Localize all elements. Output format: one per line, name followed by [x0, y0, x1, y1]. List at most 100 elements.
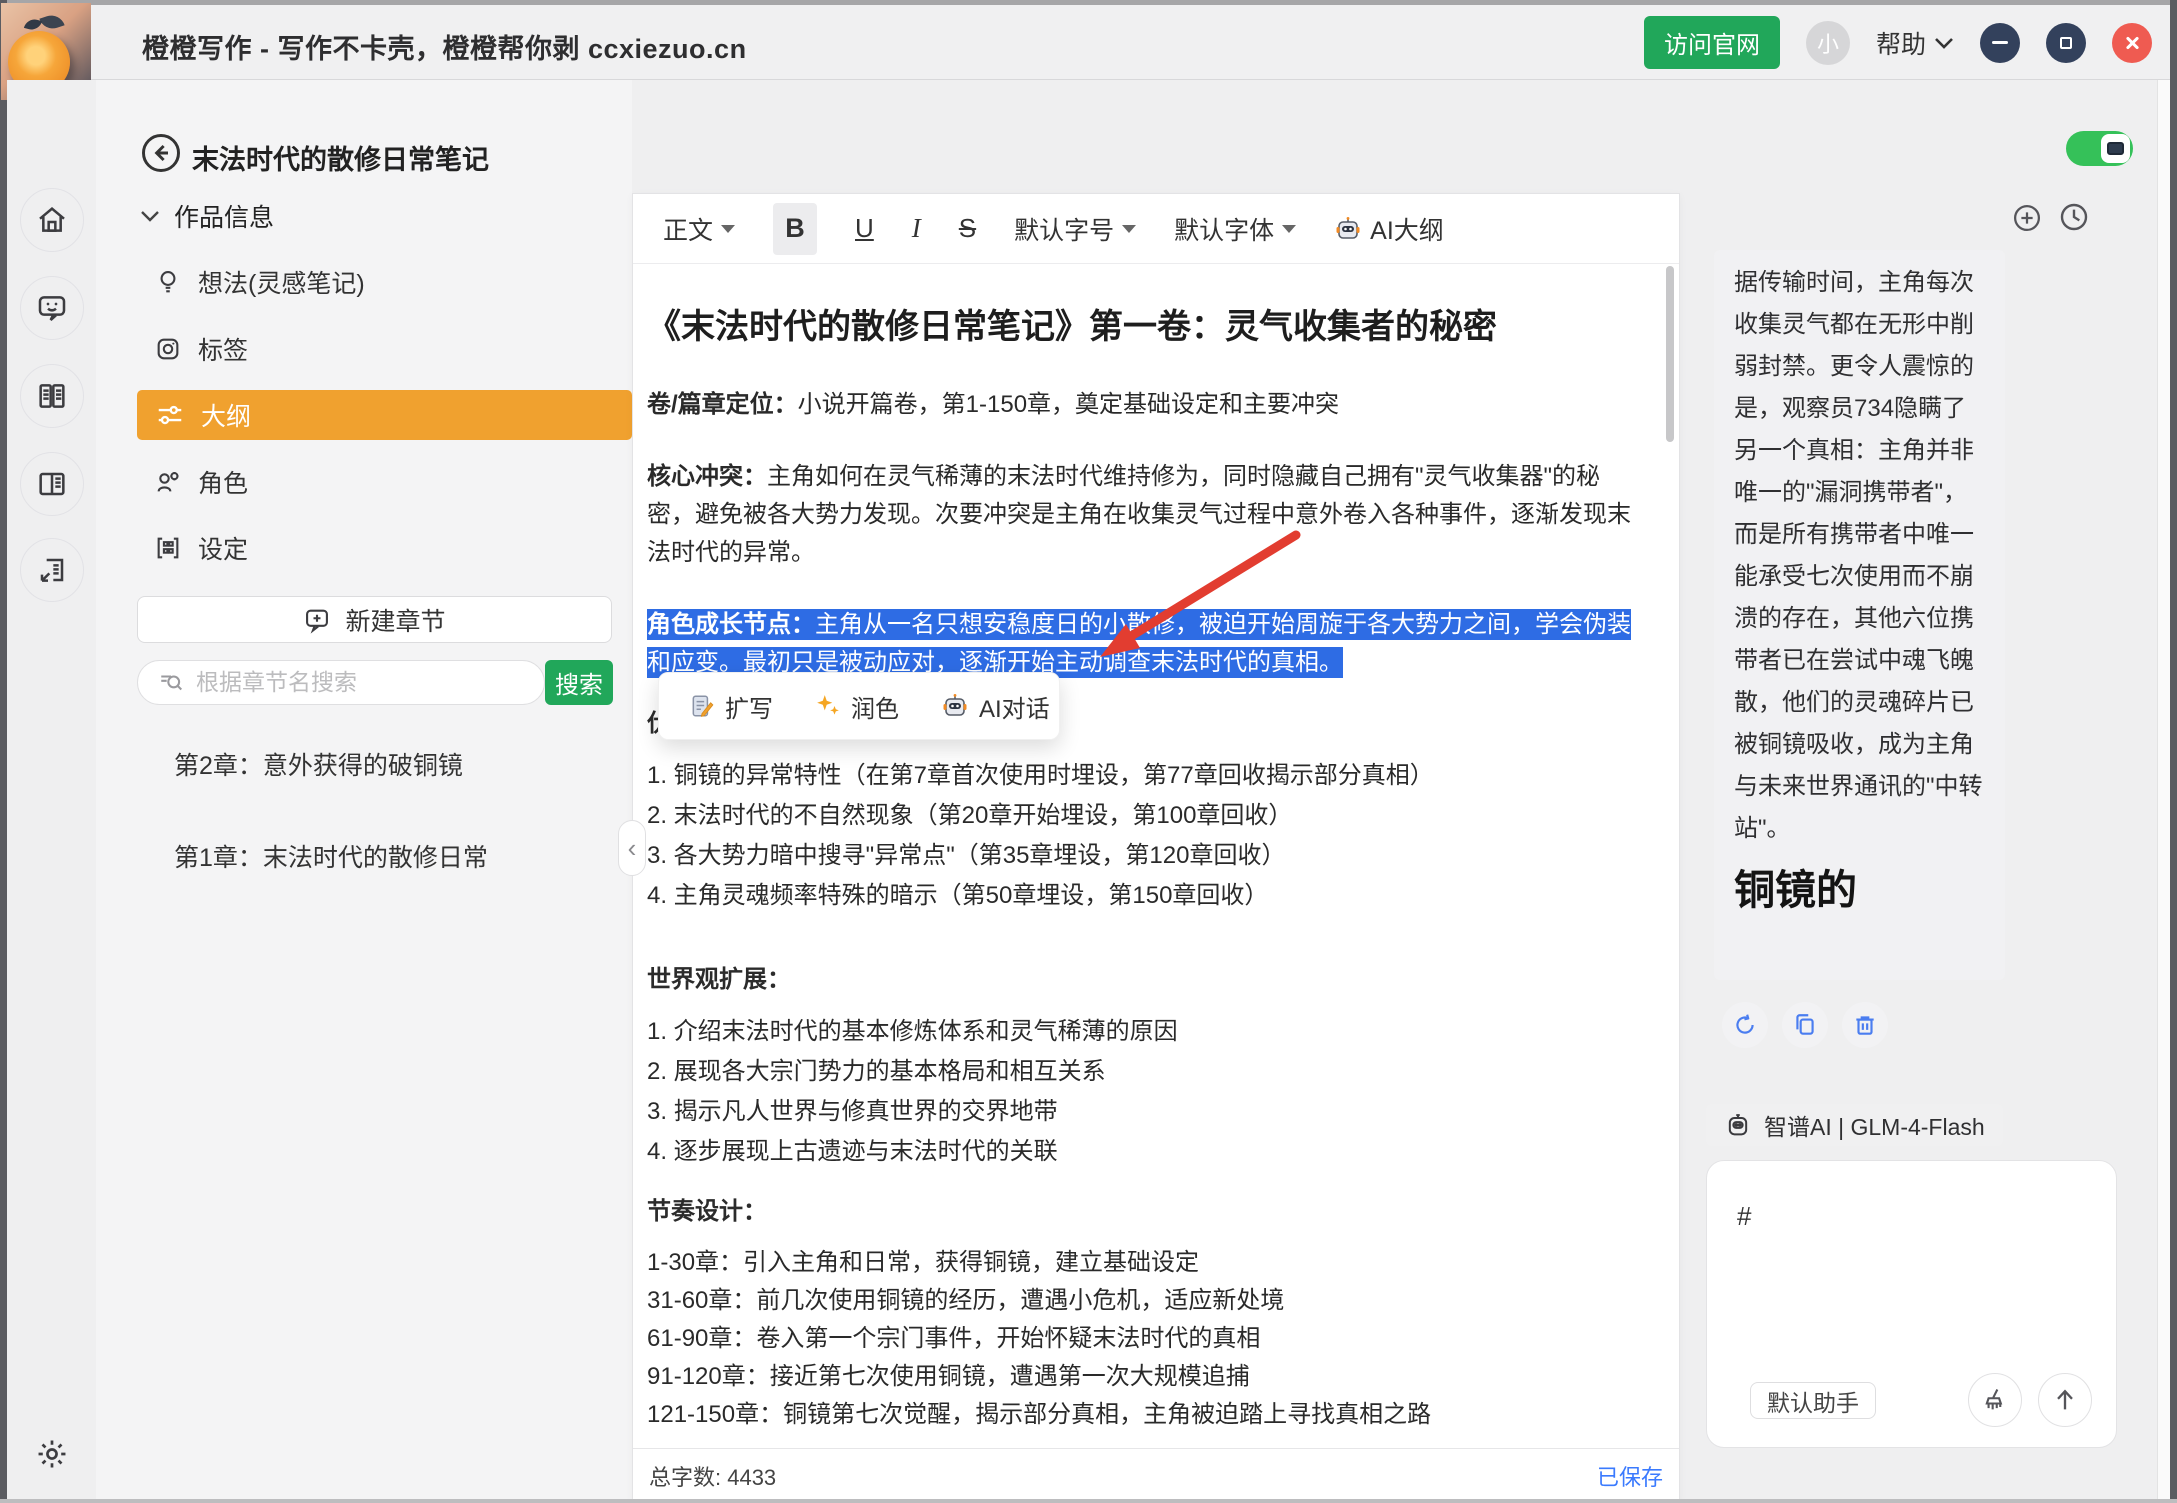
polish-button[interactable]: 润色 — [815, 689, 899, 724]
doc-list-line: 91-120章：接近第七次使用铜镜，遭遇第一次大规模追捕 — [647, 1358, 1631, 1396]
user-gear-icon — [154, 468, 182, 496]
word-count: 总字数: 4433 — [649, 1460, 776, 1492]
sliders-icon — [155, 400, 185, 430]
model-selector[interactable]: 智谱AI | GLM-4-Flash — [1706, 1104, 2003, 1146]
font-size-dropdown[interactable]: 默认字号 — [1014, 211, 1136, 247]
help-label: 帮助 — [1876, 25, 1926, 61]
minimize-icon — [1992, 41, 2008, 44]
doc-pencil-icon — [689, 693, 715, 719]
collapse-panel-handle[interactable]: ‹ — [618, 820, 646, 876]
copy-icon — [1792, 1012, 1818, 1038]
doc-paragraph-position: 卷/篇章定位：小说开篇卷，第1-150章，奠定基础设定和主要冲突 — [647, 386, 1631, 424]
doc-list-line: 1. 介绍末法时代的基本修炼体系和灵气稀薄的原因 — [647, 1012, 1631, 1052]
title-bar: 橙橙写作 - 写作不卡壳，橙橙帮你剥 ccxiezuo.cn 访问官网 小 帮助 — [7, 5, 2170, 80]
visit-site-button[interactable]: 访问官网 — [1644, 16, 1780, 69]
book-title: 末法时代的散修日常笔记 — [192, 138, 489, 177]
close-button[interactable] — [2112, 23, 2152, 63]
search-button[interactable]: 搜索 — [545, 660, 613, 705]
doc-list-line: 3. 各大势力暗中搜寻"异常点"（第35章埋设，第120章回收） — [647, 836, 1631, 876]
editor-scrollbar[interactable] — [1666, 266, 1674, 442]
model-name: 智谱AI | GLM-4-Flash — [1764, 1108, 1985, 1142]
window-frame-right — [2170, 0, 2177, 1503]
maximize-icon — [2060, 37, 2072, 49]
new-chapter-button[interactable]: 新建章节 — [137, 596, 612, 643]
editor-toolbar: 正文 B U I S 默认字号 默认字体 AI大纲 — [633, 194, 1679, 264]
delete-button[interactable] — [1842, 1002, 1888, 1048]
ai-response-text: 据传输时间，主角每次收集灵气都在无形中削弱封禁。更令人震惊的是，观察员734隐瞒… — [1734, 262, 1985, 850]
selection-ai-popup: 扩写 润色 AI对话 — [658, 672, 1060, 740]
caret-icon — [1282, 225, 1296, 233]
font-family-value: 默认字体 — [1174, 211, 1274, 247]
sidebar-item-label: 大纲 — [201, 397, 251, 433]
font-family-dropdown[interactable]: 默认字体 — [1174, 211, 1296, 247]
caret-icon — [721, 225, 735, 233]
clear-context-button[interactable] — [1968, 1373, 2022, 1427]
window-scrollbar[interactable] — [2157, 80, 2170, 1503]
lightbulb-icon — [154, 268, 182, 296]
arrow-up-icon — [2051, 1386, 2079, 1414]
expand-writing-button[interactable]: 扩写 — [689, 689, 773, 724]
underline-button[interactable]: U — [855, 213, 874, 244]
sidebar-item-outline[interactable]: 大纲 — [137, 390, 632, 440]
chat-input-box[interactable]: # 默认助手 — [1706, 1160, 2117, 1448]
italic-button[interactable]: I — [912, 213, 921, 244]
chapter-search-field[interactable] — [137, 660, 545, 705]
doc-list-line: 61-90章：卷入第一个宗门事件，开始怀疑末法时代的真相 — [647, 1320, 1631, 1358]
saved-status: 已保存 — [1597, 1460, 1663, 1492]
bold-button[interactable]: B — [773, 203, 817, 255]
chevron-down-icon — [1934, 36, 1954, 50]
chapter-search-input[interactable] — [196, 669, 496, 696]
sidebar-item-tags[interactable]: 标签 — [154, 325, 248, 373]
sidebar-item-label: 想法(灵感笔记) — [198, 264, 365, 300]
robot-outline-icon — [1724, 1111, 1752, 1139]
sidebar-item-characters[interactable]: 角色 — [154, 458, 248, 506]
doc-list-line: 2. 展现各大宗门势力的基本格局和相互关系 — [647, 1052, 1631, 1092]
document-editing-area[interactable]: 《末法时代的散修日常笔记》第一卷：灵气收集者的秘密 卷/篇章定位：小说开篇卷，第… — [633, 264, 1679, 1448]
caret-icon — [1122, 225, 1136, 233]
minimize-button[interactable] — [1980, 23, 2020, 63]
doc-heading-worldview: 世界观扩展： — [647, 960, 1631, 1000]
editor-card: 正文 B U I S 默认字号 默认字体 AI大纲 《末法时代的散修日常笔记》第… — [632, 193, 1680, 1503]
sidebar-item-label: 标签 — [198, 331, 248, 367]
ai-response-streaming-text: 铜镜的 — [1734, 856, 1985, 916]
copy-button[interactable] — [1782, 1002, 1828, 1048]
reader-icon[interactable] — [20, 452, 84, 516]
avatar[interactable]: 小 — [1806, 21, 1850, 65]
doc-list-line: 3. 揭示凡人世界与修真世界的交界地带 — [647, 1092, 1631, 1132]
ai-response-message: 据传输时间，主角每次收集灵气都在无形中削弱封禁。更令人震惊的是，观察员734隐瞒… — [1714, 250, 2005, 980]
back-button[interactable] — [140, 132, 182, 174]
doc-list-line: 1. 铜镜的异常特性（在第7章首次使用时埋设，第77章回收揭示部分真相） — [647, 756, 1631, 796]
export-panel-icon[interactable] — [20, 538, 84, 602]
message-actions — [1722, 1002, 1888, 1048]
sidebar-item-settings[interactable]: 设定 — [154, 524, 248, 572]
home-icon[interactable] — [20, 188, 84, 252]
new-conversation-icon[interactable] — [2012, 203, 2042, 233]
app-window: 橙橙写作 - 写作不卡壳，橙橙帮你剥 ccxiezuo.cn 访问官网 小 帮助 — [0, 0, 2177, 1503]
feedback-chat-icon[interactable] — [20, 276, 84, 340]
tag-icon — [154, 335, 182, 363]
library-icon[interactable] — [20, 364, 84, 428]
send-button[interactable] — [2038, 1373, 2092, 1427]
chevron-down-icon — [140, 209, 160, 223]
window-frame-left — [0, 0, 7, 1503]
doc-list-line: 2. 末法时代的不自然现象（第20章开始埋设，第100章回收） — [647, 796, 1631, 836]
new-chapter-label: 新建章节 — [345, 602, 445, 638]
sidebar-item-label: 设定 — [198, 530, 248, 566]
section-work-info[interactable]: 作品信息 — [140, 198, 274, 234]
assistant-selector-button[interactable]: 默认助手 — [1750, 1382, 1876, 1419]
ai-outline-label: AI大纲 — [1370, 211, 1444, 247]
settings-gear-icon[interactable] — [33, 1435, 71, 1473]
sidebar-item-ideas[interactable]: 想法(灵感笔记) — [154, 258, 365, 306]
chapter-item-2[interactable]: 第2章：意外获得的破铜镜 — [174, 746, 463, 782]
history-icon[interactable] — [2058, 201, 2090, 233]
strikethrough-button[interactable]: S — [959, 213, 976, 244]
paragraph-style-dropdown[interactable]: 正文 — [663, 211, 735, 247]
chapter-item-1[interactable]: 第1章：末法时代的散修日常 — [174, 838, 488, 874]
ai-chat-button[interactable]: AI对话 — [941, 689, 1050, 724]
help-menu[interactable]: 帮助 — [1876, 25, 1954, 61]
maximize-button[interactable] — [2046, 23, 2086, 63]
regenerate-button[interactable] — [1722, 1002, 1768, 1048]
close-icon — [2124, 35, 2140, 51]
ai-outline-button[interactable]: AI大纲 — [1334, 211, 1444, 247]
assistant-toggle[interactable] — [2066, 131, 2133, 166]
